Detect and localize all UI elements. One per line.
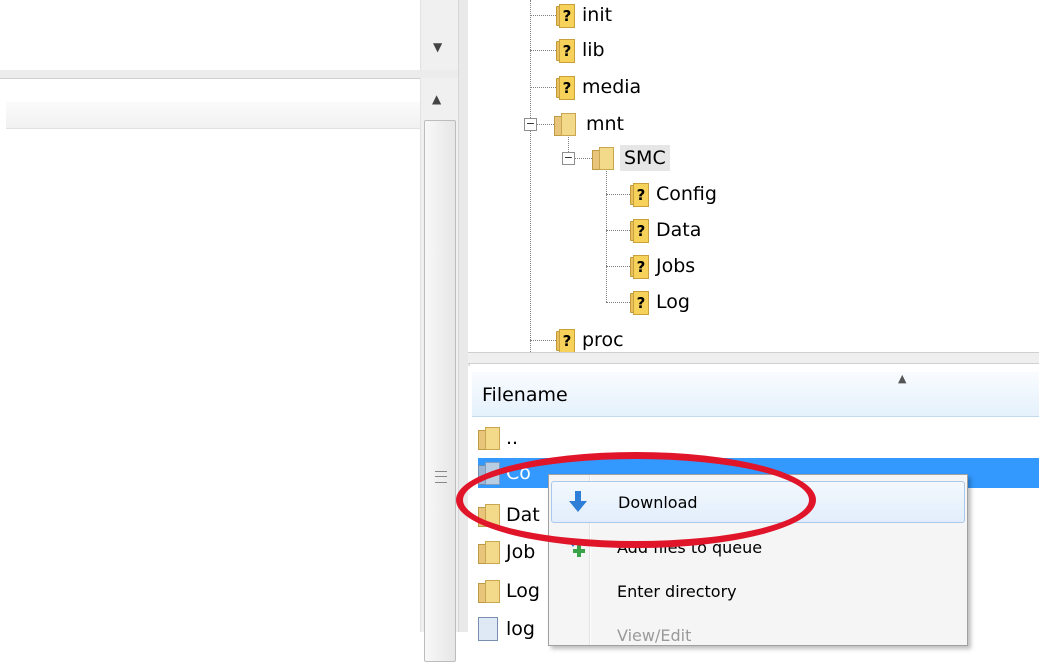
local-tree-scrollbar[interactable]: ▼ <box>420 0 459 70</box>
tree-item-log[interactable]: ? Log <box>630 287 694 317</box>
unknown-folder-icon: ? <box>630 255 649 279</box>
tree-item-label: Config <box>656 183 717 205</box>
file-row-jobs[interactable]: Job <box>478 537 535 567</box>
tree-connector-line <box>606 302 630 303</box>
file-name: log <box>506 618 535 640</box>
tree-connector-line <box>606 194 630 195</box>
sort-ascending-icon: ▲ <box>898 372 907 385</box>
file-icon <box>478 617 498 641</box>
tree-item-data[interactable]: ? Data <box>630 215 705 245</box>
menu-item-label: View/Edit <box>617 625 692 645</box>
tree-connector-line <box>606 230 630 231</box>
column-header-filename[interactable]: ▲ Filename <box>472 372 1039 417</box>
tree-list-splitter[interactable] <box>468 352 1039 364</box>
scrollbar-thumb[interactable] <box>424 120 456 662</box>
tree-item-jobs[interactable]: ? Jobs <box>630 251 699 281</box>
local-list-scrollbar[interactable]: ▲ <box>420 78 459 662</box>
tree-item-proc[interactable]: ? proc <box>556 325 628 355</box>
tree-item-config[interactable]: ? Config <box>630 179 721 209</box>
file-row-log[interactable]: Log <box>478 576 540 606</box>
annotation-ellipse <box>456 452 816 548</box>
local-tree-pane <box>0 0 460 70</box>
tree-item-label: Data <box>656 219 702 241</box>
menu-item-view-edit: View/Edit <box>551 615 963 655</box>
local-list-header[interactable] <box>6 102 420 129</box>
grip-icon <box>435 471 447 483</box>
tree-connector-line <box>536 124 556 125</box>
tree-item-label: SMC <box>620 145 670 171</box>
file-name: Job <box>506 541 536 563</box>
tree-item-label: lib <box>582 39 605 61</box>
tree-item-media[interactable]: ? media <box>556 72 645 102</box>
tree-connector-line <box>530 50 556 51</box>
folder-icon <box>478 541 500 564</box>
tree-item-label: init <box>582 4 613 26</box>
collapse-toggle-smc[interactable]: − <box>562 152 575 165</box>
tree-item-label: proc <box>582 329 624 351</box>
file-name: Log <box>506 580 540 602</box>
tree-item-init[interactable]: ? init <box>556 0 616 30</box>
scroll-down-icon[interactable]: ▼ <box>433 40 442 54</box>
menu-item-label: Enter directory <box>617 581 737 601</box>
tree-item-mnt[interactable]: mnt <box>554 109 628 139</box>
unknown-folder-icon: ? <box>556 329 575 353</box>
file-row-parent[interactable]: .. <box>478 423 518 453</box>
tree-item-label: Jobs <box>656 255 696 277</box>
tree-item-label: Log <box>656 291 690 313</box>
column-header-label: Filename <box>482 384 568 406</box>
unknown-folder-icon: ? <box>556 76 575 100</box>
menu-item-enter-directory[interactable]: Enter directory <box>551 571 963 611</box>
tree-item-label: mnt <box>586 113 624 135</box>
tree-connector-line <box>606 266 630 267</box>
scroll-up-icon[interactable]: ▲ <box>432 92 441 106</box>
unknown-folder-icon: ? <box>630 291 649 315</box>
tree-connector-line <box>574 158 592 159</box>
folder-open-icon <box>554 113 576 136</box>
unknown-folder-icon: ? <box>630 219 649 243</box>
remote-directory-tree <box>468 0 1039 352</box>
unknown-folder-icon: ? <box>556 4 575 28</box>
folder-open-icon <box>592 147 614 170</box>
tree-item-label: media <box>582 76 642 98</box>
unknown-folder-icon: ? <box>556 39 575 63</box>
folder-icon <box>478 427 500 450</box>
tree-connector-line <box>530 15 556 16</box>
collapse-toggle-mnt[interactable]: − <box>524 118 537 131</box>
local-pane-splitter[interactable] <box>0 70 460 79</box>
tree-connector-line <box>530 87 556 88</box>
folder-icon <box>478 580 500 603</box>
file-row-logfile[interactable]: log <box>478 614 535 644</box>
tree-item-lib[interactable]: ? lib <box>556 35 609 65</box>
tree-item-smc[interactable]: SMC <box>592 143 670 173</box>
unknown-folder-icon: ? <box>630 183 649 207</box>
file-name: .. <box>506 427 519 449</box>
tree-connector-line <box>530 0 531 352</box>
tree-connector-line <box>606 168 607 302</box>
tree-connector-line <box>530 340 556 341</box>
